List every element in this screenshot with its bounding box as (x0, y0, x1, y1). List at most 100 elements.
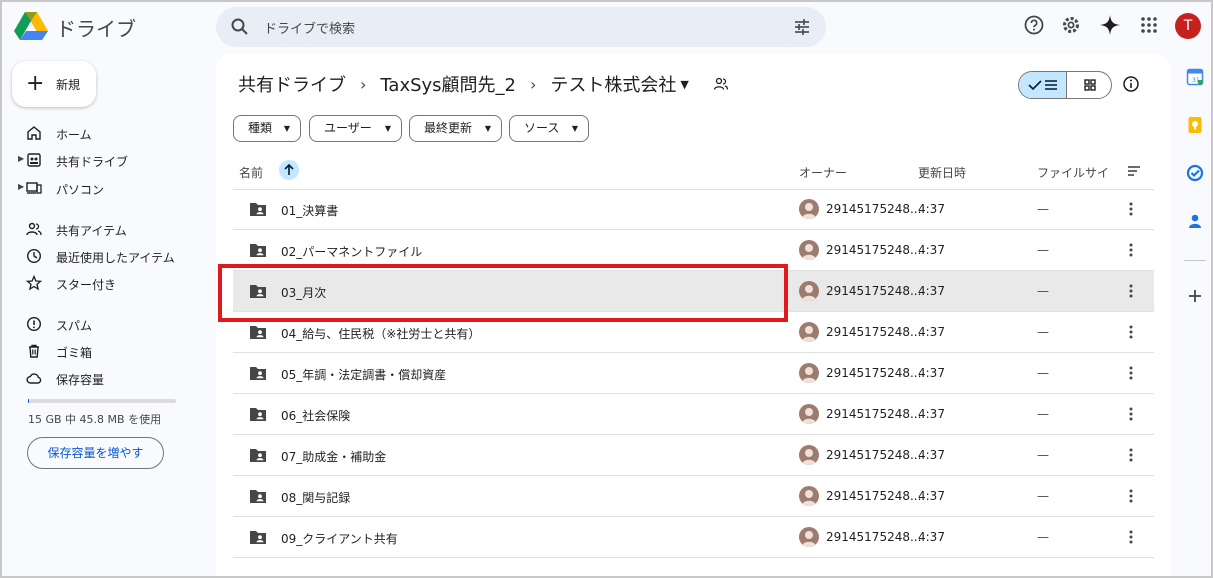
sidebar-item-home[interactable]: ホーム (2, 122, 202, 146)
trash-icon (29, 344, 39, 358)
manage-members-icon[interactable] (713, 76, 729, 92)
more-actions-icon[interactable] (1126, 405, 1136, 423)
sidebar-item-spam[interactable]: スパム (2, 313, 202, 337)
keep-icon[interactable] (1186, 116, 1204, 134)
more-actions-icon[interactable] (1126, 446, 1136, 464)
table-header: 名前 オーナー 更新日時 ファイルサイ (233, 152, 1154, 190)
breadcrumb-taxsys[interactable]: TaxSys顧問先_2 (380, 71, 516, 97)
owner-name: 29145175248... (826, 284, 922, 298)
table-row[interactable]: 06_社会保険 29145175248... 4:37 — (233, 394, 1154, 435)
settings-gear-icon[interactable] (1060, 14, 1082, 36)
more-actions-icon[interactable] (1126, 528, 1136, 546)
breadcrumb-current-folder[interactable]: テスト株式会社 (550, 71, 676, 97)
more-actions-icon[interactable] (1126, 200, 1136, 218)
table-row[interactable]: 07_助成金・補助金 29145175248... 4:37 — (233, 435, 1154, 476)
table-row[interactable]: 05_年調・法定調書・償却資産 29145175248... 4:37 — (233, 353, 1154, 394)
sort-options-icon[interactable] (1126, 163, 1142, 182)
file-size: — (1037, 284, 1049, 298)
sidebar-item-trash[interactable]: ゴミ箱 (2, 340, 202, 364)
file-name[interactable]: 04_給与、住民税（※社労士と共有） (281, 325, 480, 342)
expand-caret-icon[interactable]: ▶ (18, 154, 24, 163)
drive-logo-icon[interactable] (14, 11, 48, 41)
modified-time: 4:37 (918, 202, 945, 216)
calendar-icon[interactable]: 31 (1186, 68, 1204, 86)
file-size: — (1037, 202, 1049, 216)
sidebar-item-recent[interactable]: 最近使用したアイテム (2, 245, 202, 269)
filter-people-chip[interactable]: ユーザー ▼ (309, 115, 402, 142)
table-row[interactable]: 01_決算書 29145175248... 4:37 — (233, 189, 1154, 230)
table-row[interactable]: 03_月次 29145175248... 4:37 — (233, 271, 1154, 312)
chevron-down-icon: ▼ (283, 124, 290, 133)
star-icon (26, 275, 42, 291)
help-icon[interactable] (1023, 14, 1045, 36)
search-options-icon[interactable] (792, 17, 812, 37)
file-name[interactable]: 02_パーマネントファイル (281, 243, 422, 260)
owner-name: 29145175248... (826, 407, 922, 421)
expand-caret-icon[interactable]: ▶ (18, 182, 24, 191)
sidebar-item-storage[interactable]: 保存容量 (2, 367, 202, 391)
more-actions-icon[interactable] (1126, 487, 1136, 505)
column-header-owner[interactable]: オーナー (799, 164, 847, 181)
file-name[interactable]: 05_年調・法定調書・償却資産 (281, 366, 446, 383)
sort-ascending-icon[interactable] (279, 160, 299, 180)
table-row[interactable]: 04_給与、住民税（※社労士と共有） 29145175248... 4:37 — (233, 312, 1154, 353)
filter-modified-chip[interactable]: 最終更新 ▼ (409, 115, 502, 142)
sidebar-item-label: 共有ドライブ (56, 155, 129, 169)
new-button-label: 新規 (56, 78, 81, 92)
search-bar[interactable]: ドライブで検索 (216, 7, 826, 47)
gemini-sparkle-icon[interactable] (1099, 14, 1121, 36)
new-button[interactable]: + 新規 (12, 61, 96, 107)
details-info-icon[interactable] (1122, 75, 1140, 93)
get-more-storage-button[interactable]: 保存容量を増やす (27, 437, 164, 469)
table-row[interactable]: 02_パーマネントファイル 29145175248... 4:37 — (233, 230, 1154, 271)
search-icon[interactable] (230, 17, 250, 37)
sidebar-item-shared-with-me[interactable]: 共有アイテム (2, 218, 202, 242)
sidebar-item-label: スター付き (56, 278, 117, 292)
chevron-down-icon: ▼ (571, 124, 578, 133)
file-name[interactable]: 07_助成金・補助金 (281, 448, 386, 465)
column-header-size[interactable]: ファイルサイ (1037, 164, 1109, 181)
sidebar-item-label: 最近使用したアイテム (56, 251, 175, 265)
file-name[interactable]: 01_決算書 (281, 202, 338, 219)
view-toggle[interactable] (1018, 71, 1112, 99)
filter-source-chip[interactable]: ソース ▼ (509, 115, 589, 142)
owner-avatar (799, 404, 819, 424)
file-name[interactable]: 08_関与記録 (281, 489, 350, 506)
tasks-icon[interactable] (1186, 164, 1204, 182)
storage-usage-text: 15 GB 中 45.8 MB を使用 (28, 413, 162, 426)
sidebar-item-shared-drives[interactable]: ▶ 共有ドライブ (2, 149, 202, 173)
more-actions-icon[interactable] (1126, 323, 1136, 341)
sidebar-item-starred[interactable]: スター付き (2, 272, 202, 296)
list-view-icon (1045, 80, 1057, 90)
shared-folder-icon (250, 285, 266, 298)
account-avatar[interactable]: T (1175, 13, 1201, 39)
owner-avatar (799, 445, 819, 465)
list-view-button[interactable] (1019, 72, 1066, 98)
contacts-icon[interactable] (1186, 212, 1204, 230)
file-name[interactable]: 03_月次 (281, 284, 326, 301)
app-name[interactable]: ドライブ (56, 13, 136, 42)
modified-time: 4:37 (918, 325, 945, 339)
add-addon-plus-icon[interactable] (1186, 287, 1204, 305)
table-row[interactable]: 08_関与記録 29145175248... 4:37 — (233, 476, 1154, 517)
sidebar-item-label: 保存容量 (56, 373, 105, 387)
more-actions-icon[interactable] (1126, 364, 1136, 382)
sidebar-item-computers[interactable]: ▶ パソコン (2, 177, 202, 201)
column-header-name[interactable]: 名前 (239, 164, 263, 181)
more-actions-icon[interactable] (1126, 241, 1136, 259)
file-size: — (1037, 407, 1049, 421)
file-name[interactable]: 06_社会保険 (281, 407, 350, 424)
apps-grid-icon[interactable] (1138, 14, 1160, 36)
column-header-modified[interactable]: 更新日時 (918, 164, 966, 181)
grid-view-button[interactable] (1066, 72, 1111, 98)
owner-name: 29145175248... (826, 243, 922, 257)
shared-folder-icon (250, 408, 266, 421)
filter-type-chip[interactable]: 種類 ▼ (233, 115, 301, 142)
table-row[interactable]: 09_クライアント共有 29145175248... 4:37 — (233, 517, 1154, 558)
file-name[interactable]: 09_クライアント共有 (281, 530, 398, 547)
more-actions-icon[interactable] (1126, 282, 1136, 300)
breadcrumb-shared-drives[interactable]: 共有ドライブ (238, 71, 346, 97)
search-input[interactable]: ドライブで検索 (264, 18, 355, 37)
folder-menu-dropdown-icon[interactable]: ▼ (680, 78, 688, 91)
modified-time: 4:37 (918, 366, 945, 380)
